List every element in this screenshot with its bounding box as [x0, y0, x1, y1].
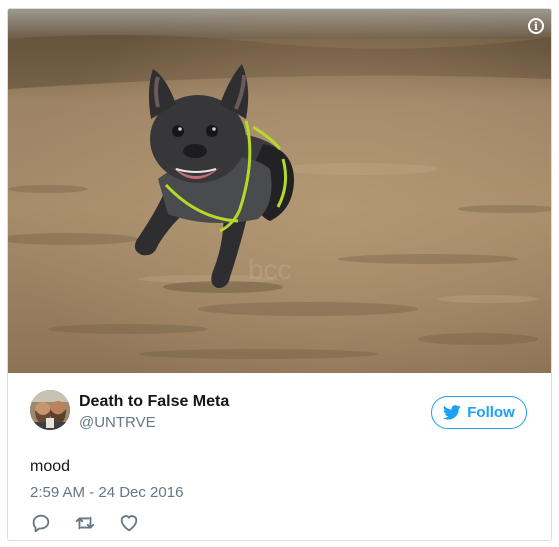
author-name[interactable]: Death to False Meta: [79, 393, 229, 411]
tweet-timestamp[interactable]: 2:59 AM - 24 Dec 2016: [30, 484, 183, 501]
follow-button[interactable]: Follow: [431, 396, 527, 429]
tweet-body: Death to False Meta @UNTRVE Follow mood …: [8, 373, 551, 540]
dog-photo: bcc: [8, 9, 551, 373]
info-icon[interactable]: i: [528, 18, 544, 34]
tweet-media-photo[interactable]: bcc i: [8, 9, 551, 373]
tweet-text: mood: [30, 458, 71, 475]
avatar[interactable]: [30, 390, 70, 430]
svg-text:bcc: bcc: [248, 254, 292, 285]
twitter-bird-icon: [443, 405, 461, 420]
author-handle[interactable]: @UNTRVE: [79, 414, 156, 431]
tweet-card: bcc i Death to False Meta @UNTRVE Follow…: [7, 8, 552, 541]
tweet-actions: [30, 512, 162, 534]
follow-label: Follow: [467, 404, 515, 421]
reply-icon[interactable]: [30, 512, 52, 534]
like-icon[interactable]: [118, 512, 140, 534]
retweet-icon[interactable]: [74, 512, 96, 534]
